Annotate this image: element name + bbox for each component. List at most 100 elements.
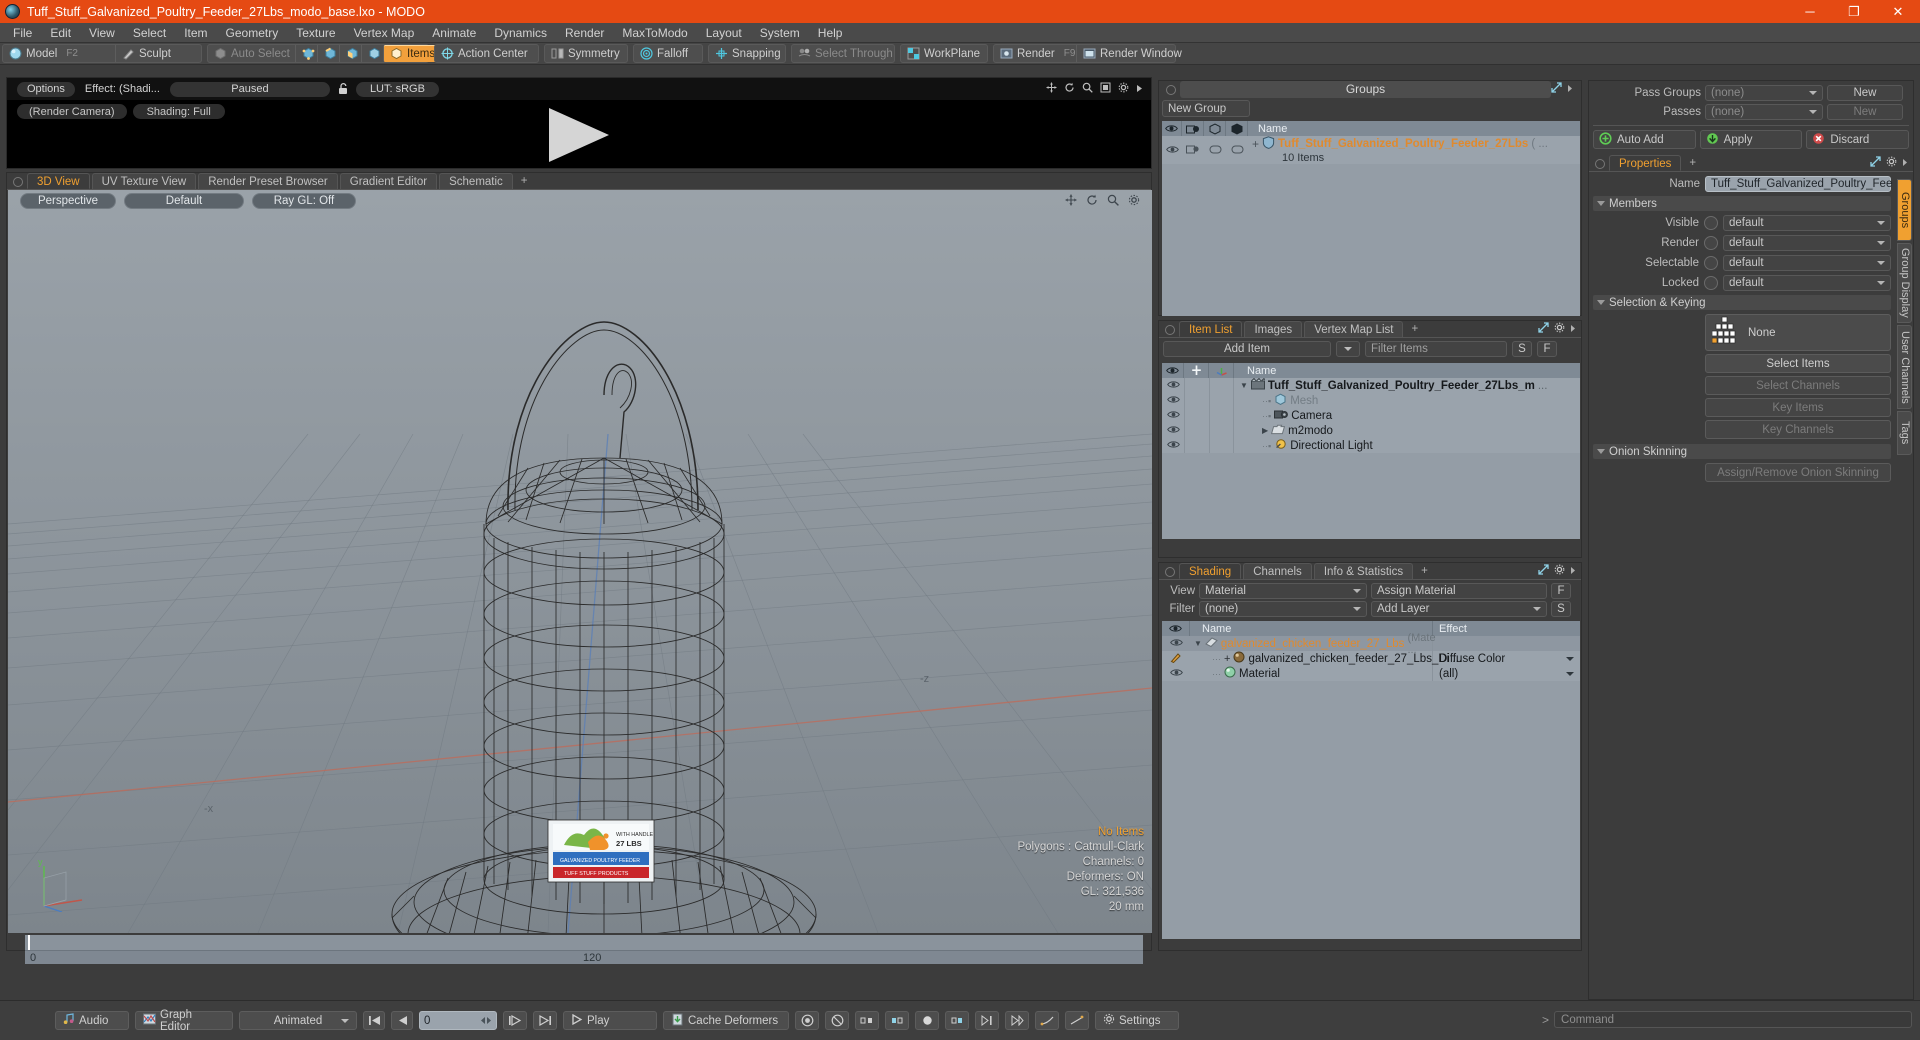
menu-dynamics[interactable]: Dynamics xyxy=(485,23,556,43)
item-row-visibility-toggle[interactable] xyxy=(1162,410,1184,422)
viewport-3d-canvas[interactable]: WITH HANDLE 27 LBS GALVANIZED POULTRY FE… xyxy=(8,190,1152,933)
new-group-button[interactable]: New Group xyxy=(1162,100,1250,117)
frame-stepper-icon[interactable] xyxy=(480,1016,492,1025)
menu-view[interactable]: View xyxy=(80,23,124,43)
item-row-visibility-toggle[interactable] xyxy=(1162,380,1184,392)
maximize-button[interactable]: ❐ xyxy=(1832,0,1876,23)
item-list-col-axis[interactable] xyxy=(1209,363,1234,378)
groups-col-shaded[interactable] xyxy=(1204,121,1226,136)
property-field-select[interactable]: default xyxy=(1723,235,1891,251)
tab-add-button[interactable]: + xyxy=(515,173,534,189)
shading-filter-select[interactable]: (none) xyxy=(1199,601,1367,617)
preview-effect-label[interactable]: Effect: (Shadi... xyxy=(81,82,164,97)
shading-tab-add-button[interactable]: + xyxy=(1415,563,1434,579)
menu-animate[interactable]: Animate xyxy=(423,23,485,43)
item-list-row[interactable]: ··▪ Camera xyxy=(1162,408,1580,423)
auto-add-button[interactable]: Auto Add xyxy=(1593,130,1696,149)
minimize-button[interactable]: ─ xyxy=(1788,0,1832,23)
properties-arrow-icon[interactable] xyxy=(1902,156,1908,170)
shading-view-select[interactable]: Material xyxy=(1199,583,1367,599)
workplane-button[interactable]: WorkPlane xyxy=(901,45,987,62)
next-frame-button[interactable] xyxy=(503,1011,527,1030)
property-field-select[interactable]: default xyxy=(1723,255,1891,271)
groups-row-shaded-toggle[interactable] xyxy=(1204,143,1226,157)
viewport-settings-icon[interactable] xyxy=(1128,194,1140,209)
item-list-tab-add-button[interactable]: + xyxy=(1405,321,1424,337)
preview-paused-button[interactable]: Paused xyxy=(169,81,330,97)
render-camera-button[interactable]: (Render Camera) xyxy=(17,104,127,119)
preview-play-triangle-icon[interactable] xyxy=(543,106,615,167)
panel-arrow-icon[interactable] xyxy=(1136,82,1143,96)
command-input[interactable]: Command xyxy=(1554,1011,1912,1028)
item-list-f-button[interactable]: F xyxy=(1537,341,1557,357)
shading-row-visibility-toggle[interactable] xyxy=(1162,638,1190,650)
property-field-radio[interactable] xyxy=(1704,236,1718,250)
item-list-col-visible[interactable] xyxy=(1162,363,1184,378)
current-frame-input[interactable]: 0 xyxy=(419,1011,497,1030)
item-list-col-lock[interactable] xyxy=(1184,363,1209,378)
apply-button[interactable]: Apply xyxy=(1699,130,1803,149)
tab-properties[interactable]: Properties xyxy=(1609,155,1682,171)
vtab-user-channels[interactable]: User Channels xyxy=(1897,325,1912,409)
groups-panel-arrow-icon[interactable] xyxy=(1567,82,1573,96)
item-row-visibility-toggle[interactable] xyxy=(1162,395,1184,407)
item-row-lock-cell[interactable] xyxy=(1184,423,1209,438)
tab-item-list[interactable]: Item List xyxy=(1179,321,1243,337)
item-row-axis-cell[interactable] xyxy=(1209,423,1234,438)
tab-render-preset-browser[interactable]: Render Preset Browser xyxy=(198,173,338,189)
go-to-end-button[interactable] xyxy=(533,1011,557,1030)
add-item-dropdown[interactable] xyxy=(1336,341,1360,357)
item-row-expand-icon[interactable]: ▼ xyxy=(1240,381,1248,390)
viewport-rotate-icon[interactable] xyxy=(1086,194,1098,209)
render-button[interactable]: Render F9 xyxy=(994,45,1076,62)
go-to-start-button[interactable] xyxy=(363,1011,385,1030)
key-channels-button[interactable]: Key Channels xyxy=(1705,420,1891,439)
viewport-default-button[interactable]: Default xyxy=(124,193,244,209)
snapping-button[interactable]: Snapping xyxy=(709,45,785,62)
shading-empty-area[interactable] xyxy=(1162,681,1580,939)
render-window-button[interactable]: Render Window xyxy=(1076,45,1182,62)
record-button[interactable] xyxy=(795,1011,819,1030)
groups-expand-icon[interactable] xyxy=(1551,82,1562,96)
tab-shading[interactable]: Shading xyxy=(1179,563,1242,579)
property-field-select[interactable]: default xyxy=(1723,275,1891,291)
key-start-button[interactable] xyxy=(855,1011,879,1030)
zoom-icon[interactable] xyxy=(1082,82,1093,96)
item-row-visibility-toggle[interactable] xyxy=(1162,440,1184,452)
item-row-lock-cell[interactable] xyxy=(1184,378,1209,393)
properties-tab-add-button[interactable]: + xyxy=(1683,155,1702,171)
discard-button[interactable]: Discard xyxy=(1806,130,1910,149)
add-layer-button[interactable]: Add Layer xyxy=(1371,601,1547,617)
selection-set-button[interactable]: None xyxy=(1705,314,1891,351)
groups-list-empty-area[interactable] xyxy=(1162,164,1580,316)
item-list-s-button[interactable]: S xyxy=(1512,341,1532,357)
passes-new-button[interactable]: New xyxy=(1827,104,1903,120)
pass-groups-select[interactable]: (none) xyxy=(1705,85,1823,101)
shading-row[interactable]: ▼ galvanized_chicken_feeder_27_Lbs (Mate .… xyxy=(1162,632,1580,656)
graph-editor-button[interactable]: Graph Editor xyxy=(135,1009,233,1033)
tab-vertex-map-list[interactable]: Vertex Map List xyxy=(1304,321,1404,337)
vtab-groups[interactable]: Groups xyxy=(1897,179,1912,241)
polygons-mode-button[interactable] xyxy=(339,45,361,62)
select-channels-button[interactable]: Select Channels xyxy=(1705,376,1891,395)
key-prev-button[interactable] xyxy=(885,1011,909,1030)
tab-gradient-editor[interactable]: Gradient Editor xyxy=(339,173,438,189)
animated-mode-select[interactable]: Animated xyxy=(239,1011,357,1030)
item-list-arrow-icon[interactable] xyxy=(1570,322,1576,336)
item-row-axis-cell[interactable] xyxy=(1209,408,1234,423)
members-section-header[interactable]: Members xyxy=(1593,196,1891,211)
menu-item[interactable]: Item xyxy=(175,23,216,43)
menu-vertex-map[interactable]: Vertex Map xyxy=(345,23,424,43)
menu-select[interactable]: Select xyxy=(124,23,175,43)
property-field-radio[interactable] xyxy=(1704,216,1718,230)
groups-row-expand-icon[interactable]: + xyxy=(1252,137,1259,151)
shading-row-effect[interactable]: (all) xyxy=(1433,668,1580,680)
cache-deformers-button[interactable]: Cache Deformers xyxy=(663,1011,789,1030)
property-field-radio[interactable] xyxy=(1704,256,1718,270)
shading-col-visible[interactable] xyxy=(1162,621,1190,636)
groups-row-wire-toggle[interactable] xyxy=(1226,143,1248,157)
item-list-row[interactable]: ▶ m2modo xyxy=(1162,423,1580,438)
shading-expand-icon[interactable] xyxy=(1538,564,1549,578)
tab-uv-texture-view[interactable]: UV Texture View xyxy=(91,173,197,189)
properties-gear-icon[interactable] xyxy=(1886,156,1897,170)
